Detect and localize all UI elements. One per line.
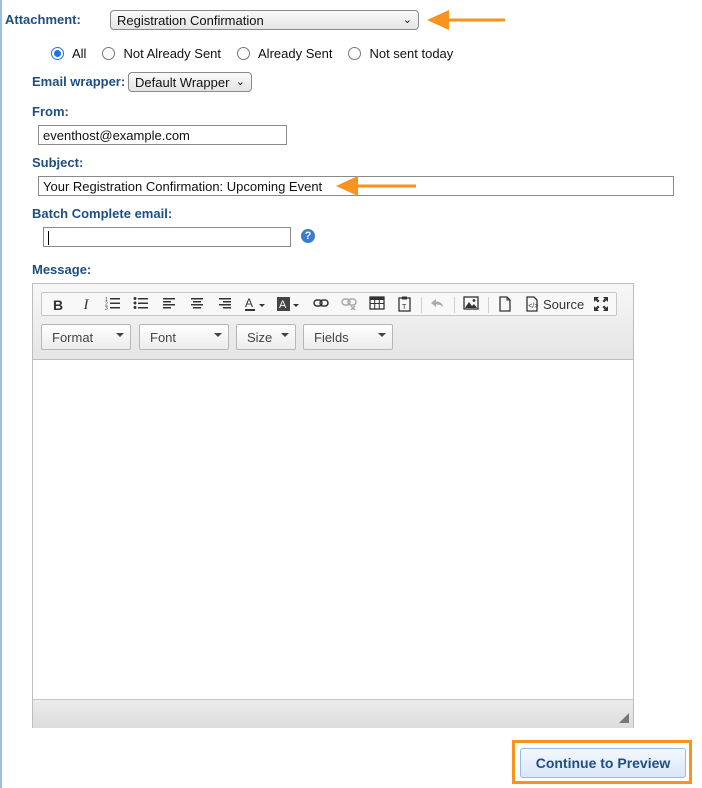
message-body-area[interactable] [33,360,633,698]
subject-label: Subject: [32,155,84,170]
size-combo-label: Size [247,330,273,345]
unlink-icon[interactable] [340,296,358,314]
font-combo-label: Font [150,330,177,345]
svg-text:A: A [279,299,287,311]
svg-text:A: A [245,296,253,310]
background-color-icon[interactable]: A [276,296,302,314]
rich-text-editor: B I 123 A A T </> Source Format Font Siz… [32,283,634,728]
message-label: Message: [32,262,92,277]
table-icon[interactable] [368,296,386,314]
align-right-icon[interactable] [216,296,234,314]
radio-already-sent[interactable] [237,46,251,60]
svg-text:</>: </> [528,303,538,310]
attachment-select-value: Registration Confirmation [117,13,264,28]
radio-already-sent-label: Already Sent [258,45,333,61]
batch-complete-email-input[interactable] [43,227,291,247]
resize-handle-icon[interactable] [619,713,629,723]
svg-text:3: 3 [105,306,108,310]
attachment-label: Attachment: [5,12,81,27]
radio-all[interactable] [51,46,64,60]
from-label: From: [32,104,69,119]
email-wrapper-select[interactable]: Default Wrapper ⌄ [128,72,252,92]
dropdown-arrow-icon [378,333,386,337]
toolbar-separator [454,297,455,313]
italic-icon[interactable]: I [78,296,94,314]
format-combo-label: Format [52,330,94,345]
editor-status-bar [33,699,633,728]
new-page-icon[interactable] [496,296,514,314]
toolbar-separator [421,297,422,313]
align-left-icon[interactable] [160,296,178,314]
bold-icon[interactable]: B [50,296,66,314]
radio-all-label: All [72,45,87,61]
email-wrapper-select-value: Default Wrapper [135,75,230,90]
continue-to-preview-button[interactable]: Continue to Preview [520,748,686,778]
source-code-icon[interactable]: </> [524,296,540,314]
text-color-icon[interactable]: A [244,296,268,314]
link-icon[interactable] [312,296,330,314]
bulleted-list-icon[interactable] [132,296,150,314]
chevron-down-icon: ⌄ [402,14,412,26]
radio-not-already-sent[interactable] [102,46,116,60]
source-button-label[interactable]: Source [543,296,585,314]
radio-not-sent-today[interactable] [348,46,362,60]
editor-toolbar-group: B I 123 A A T </> Source [41,292,617,316]
chevron-down-icon: ⌄ [235,76,245,88]
radio-not-sent-today-label: Not sent today [369,45,454,61]
annotation-arrow-icon [427,10,505,30]
toolbar-separator [488,297,489,313]
numbered-list-icon[interactable]: 123 [104,296,122,314]
undo-icon[interactable] [428,296,446,314]
fields-combo-label: Fields [314,330,349,345]
page-left-border [0,0,2,788]
dropdown-arrow-icon [281,333,289,337]
batch-complete-email-label: Batch Complete email: [32,206,173,221]
paste-text-icon[interactable]: T [396,296,414,314]
svg-text:T: T [402,304,407,311]
attachment-select[interactable]: Registration Confirmation ⌄ [110,10,419,30]
size-combo[interactable]: Size [236,324,296,350]
radio-not-already-sent-label: Not Already Sent [123,45,222,61]
dropdown-arrow-icon [214,333,222,337]
font-combo[interactable]: Font [139,324,229,350]
annotation-arrow-icon [336,176,416,196]
editor-toolbar: B I 123 A A T </> Source Format Font Siz… [33,284,633,360]
send-filter-radio-group: All Not Already Sent Already Sent Not se… [51,44,469,62]
email-wrapper-label: Email wrapper: [32,74,126,89]
maximize-icon[interactable] [592,296,610,314]
image-icon[interactable] [462,296,480,314]
format-combo[interactable]: Format [41,324,131,350]
from-input[interactable]: eventhost@example.com [38,125,287,145]
help-icon[interactable]: ? [301,229,315,243]
fields-combo[interactable]: Fields [303,324,393,350]
dropdown-arrow-icon [116,333,124,337]
text-caret [48,231,49,245]
align-center-icon[interactable] [188,296,206,314]
